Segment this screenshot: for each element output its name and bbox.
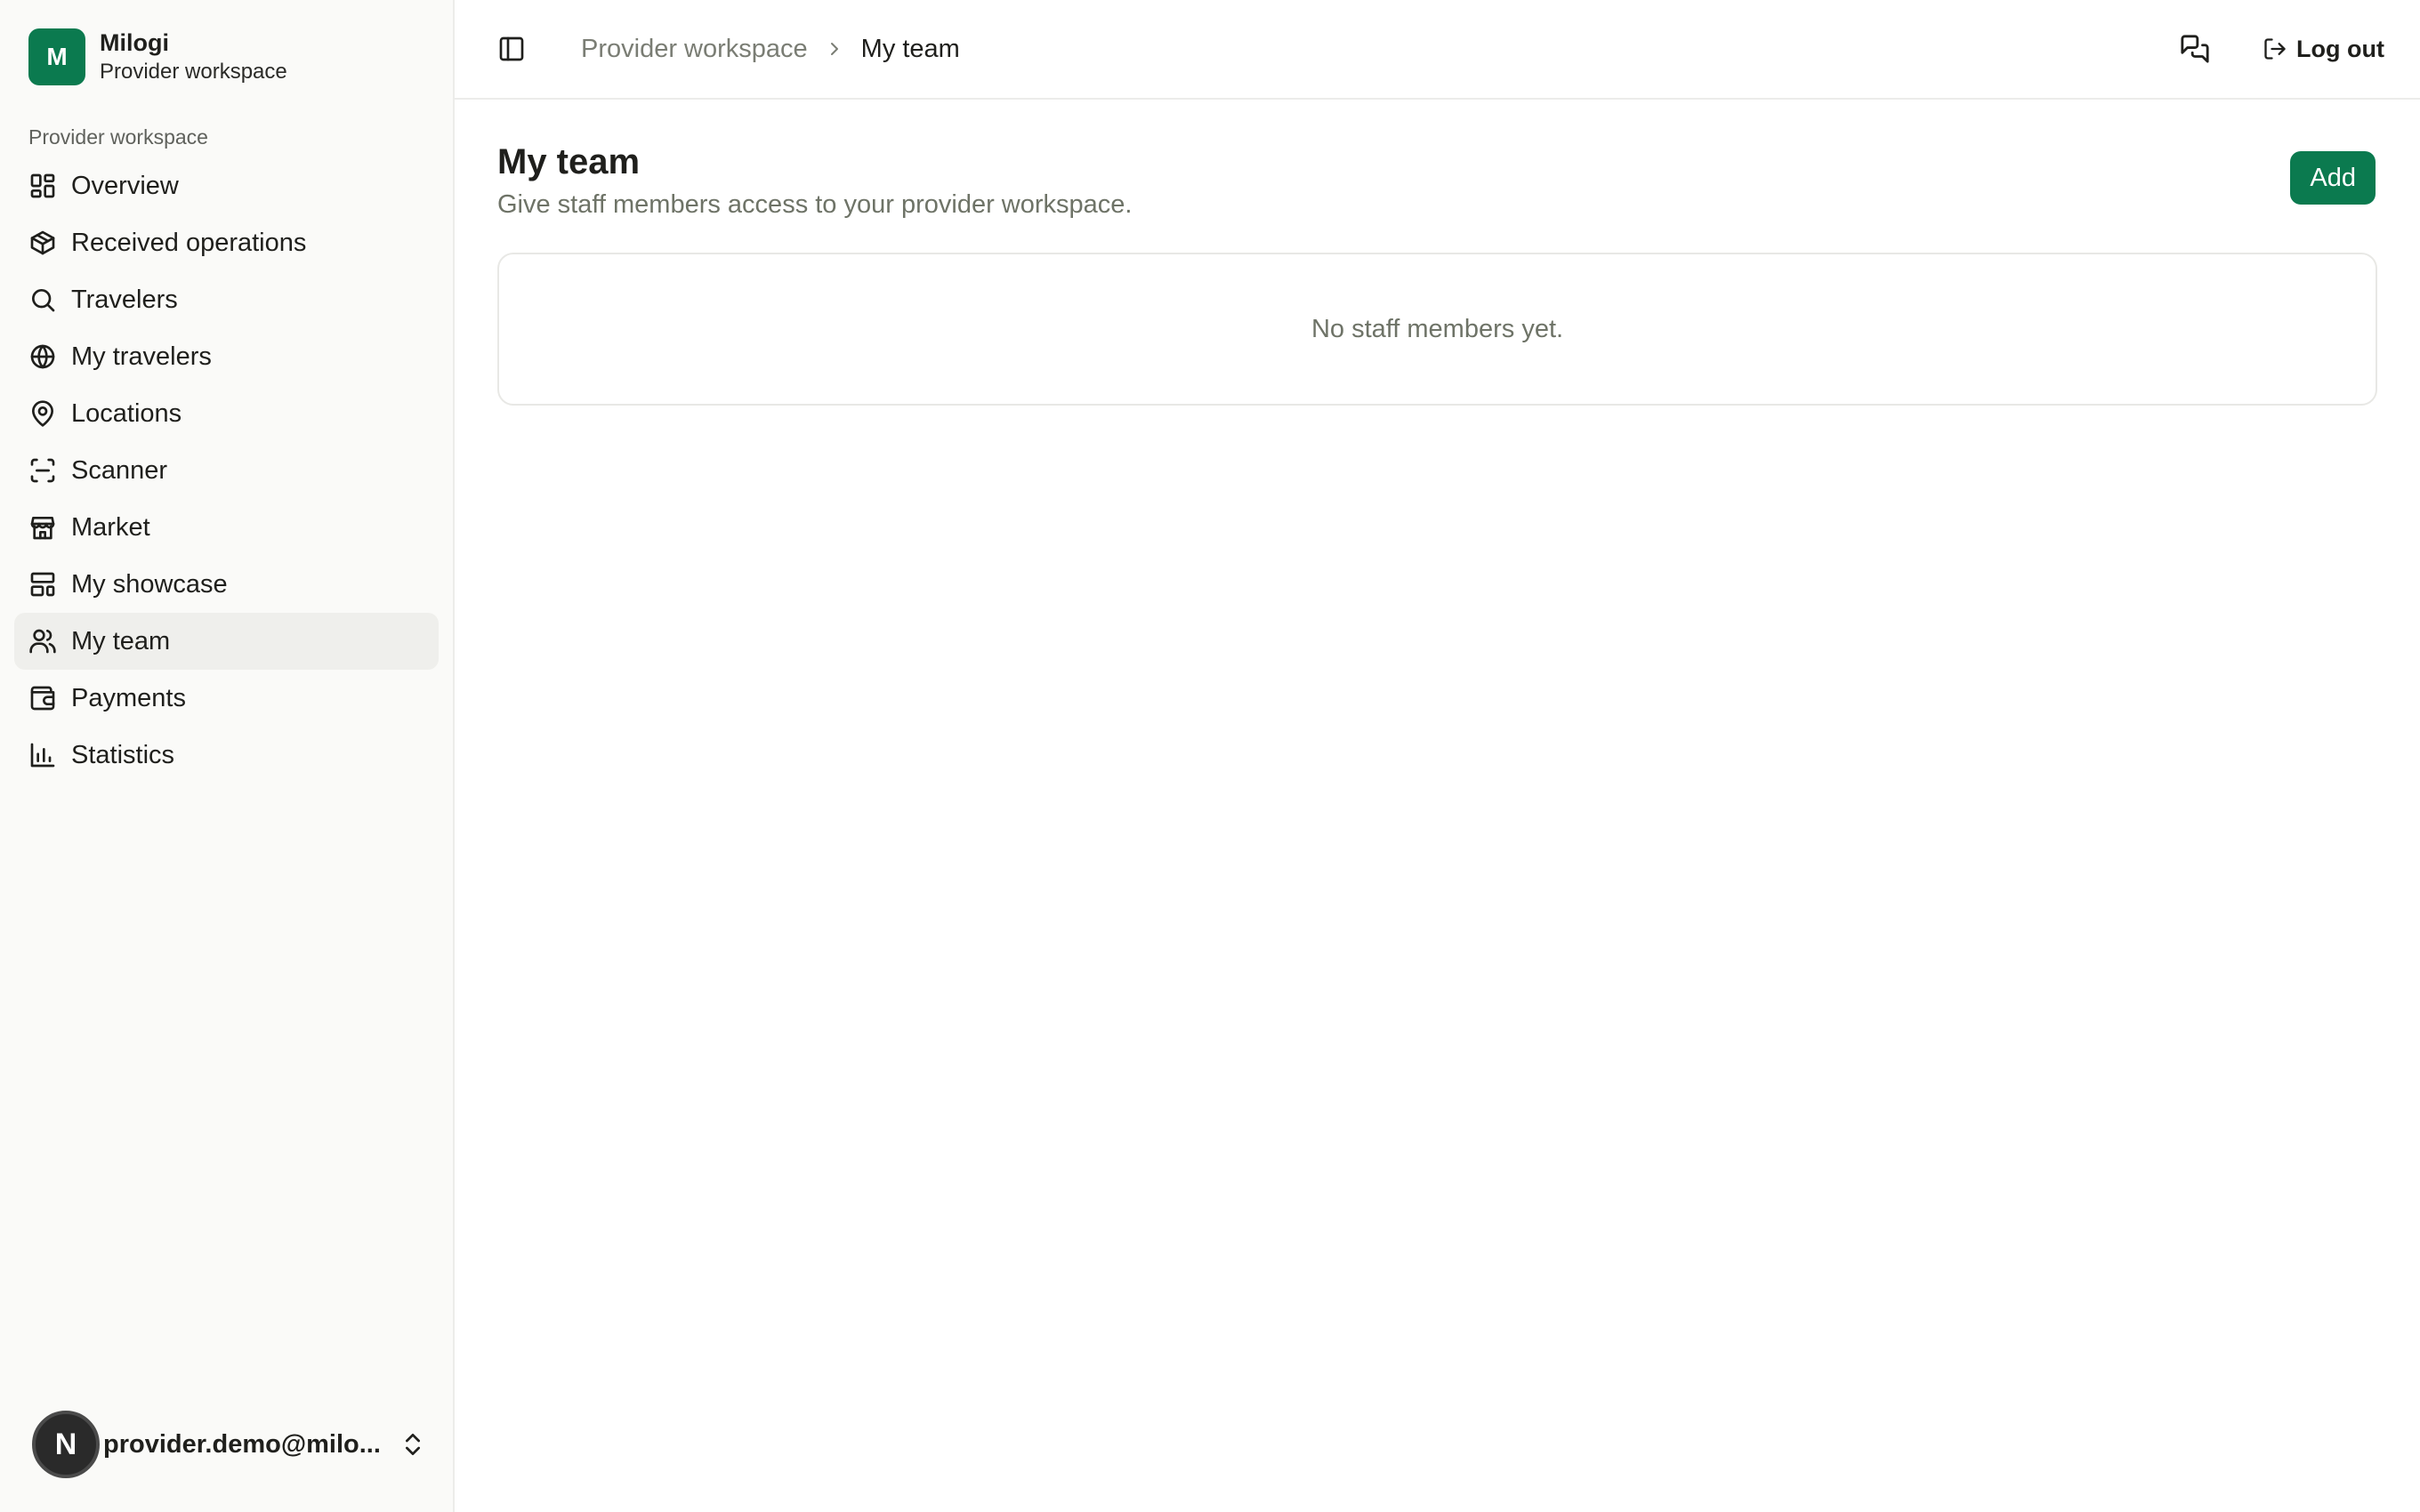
- empty-state-message: No staff members yet.: [1311, 314, 1564, 343]
- sidebar-nav: Overview Received operations Travelers M…: [0, 157, 453, 784]
- sidebar-item-received-operations[interactable]: Received operations: [14, 214, 439, 271]
- page-content: My team Give staff members access to you…: [455, 100, 2420, 406]
- sidebar-item-my-team[interactable]: My team: [14, 613, 439, 670]
- sidebar-item-label: Statistics: [71, 740, 175, 769]
- sidebar-item-label: Travelers: [71, 285, 178, 314]
- sidebar-item-my-travelers[interactable]: My travelers: [14, 328, 439, 385]
- sidebar-item-scanner[interactable]: Scanner: [14, 442, 439, 499]
- breadcrumb-parent-link[interactable]: Provider workspace: [581, 35, 808, 64]
- sidebar-item-my-showcase[interactable]: My showcase: [14, 556, 439, 613]
- logout-label: Log out: [2296, 35, 2384, 62]
- sidebar-item-label: My team: [71, 626, 171, 655]
- sidebar-item-travelers[interactable]: Travelers: [14, 271, 439, 328]
- workspace-switcher[interactable]: M Milogi Provider workspace: [0, 0, 453, 86]
- brand-subtitle: Provider workspace: [100, 60, 287, 84]
- sidebar: M Milogi Provider workspace Provider wor…: [0, 0, 455, 1512]
- messages-button[interactable]: [2170, 24, 2220, 74]
- package-icon: [28, 229, 57, 257]
- sidebar-group-label: Provider workspace: [28, 125, 208, 149]
- globe-icon: [28, 342, 57, 371]
- sidebar-item-overview[interactable]: Overview: [14, 157, 439, 214]
- sidebar-item-label: Received operations: [71, 228, 307, 257]
- team-list-empty-state: No staff members yet.: [497, 253, 2377, 406]
- sidebar-item-label: My showcase: [71, 569, 228, 599]
- dashboard-icon: [28, 172, 57, 200]
- main-area: Provider workspace My team Log out My te…: [455, 0, 2420, 1512]
- bar-chart-icon: [28, 741, 57, 769]
- scan-icon: [28, 456, 57, 485]
- search-icon: [28, 286, 57, 314]
- top-bar: Provider workspace My team Log out: [455, 0, 2420, 100]
- sidebar-item-label: Market: [71, 512, 150, 542]
- sidebar-item-statistics[interactable]: Statistics: [14, 727, 439, 784]
- sidebar-item-locations[interactable]: Locations: [14, 385, 439, 442]
- sidebar-item-label: Payments: [71, 683, 186, 712]
- sidebar-item-label: Overview: [71, 171, 179, 200]
- brand-logo: M: [28, 28, 85, 85]
- add-staff-button[interactable]: Add: [2290, 151, 2376, 205]
- user-menu[interactable]: N provider.demo@milo...: [32, 1411, 432, 1478]
- sidebar-item-label: My travelers: [71, 342, 212, 371]
- log-out-icon: [2264, 38, 2286, 60]
- map-pin-icon: [28, 399, 57, 428]
- sidebar-item-market[interactable]: Market: [14, 499, 439, 556]
- sidebar-item-label: Locations: [71, 398, 182, 428]
- breadcrumb: Provider workspace My team: [581, 35, 960, 64]
- logout-button[interactable]: Log out: [2263, 36, 2384, 63]
- page-subtitle: Give staff members access to your provid…: [497, 190, 1133, 219]
- sidebar-item-payments[interactable]: Payments: [14, 670, 439, 727]
- brand-name: Milogi: [100, 29, 169, 56]
- messages-icon: [2181, 35, 2209, 63]
- page-title: My team: [497, 142, 641, 181]
- chevron-right-icon: [830, 43, 838, 55]
- user-email: provider.demo@milo...: [103, 1429, 379, 1459]
- panel-left-icon: [499, 36, 524, 61]
- layout-icon: [28, 570, 57, 599]
- users-icon: [28, 627, 57, 655]
- chevrons-up-down-icon: [406, 1434, 420, 1455]
- breadcrumb-current: My team: [860, 34, 960, 63]
- avatar: N: [32, 1411, 100, 1478]
- wallet-icon: [28, 684, 57, 712]
- sidebar-item-label: Scanner: [71, 455, 168, 485]
- store-icon: [28, 513, 57, 542]
- sidebar-toggle-button[interactable]: [487, 24, 536, 74]
